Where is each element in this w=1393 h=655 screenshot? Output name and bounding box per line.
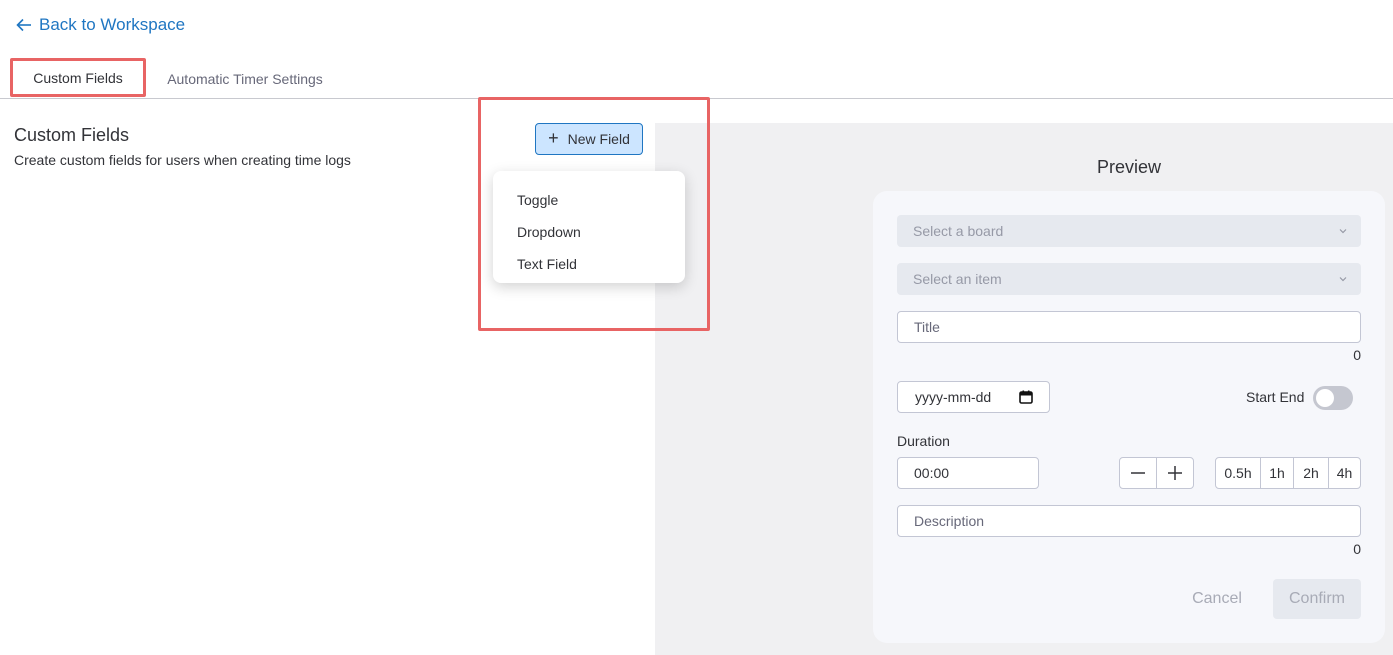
- new-field-button[interactable]: + New Field: [535, 123, 643, 155]
- plus-icon: +: [548, 128, 559, 148]
- decrease-duration-button[interactable]: [1119, 457, 1157, 489]
- item-select[interactable]: Select an item: [897, 263, 1361, 295]
- title-char-count: 0: [1353, 347, 1361, 363]
- board-select[interactable]: Select a board: [897, 215, 1361, 247]
- menu-item-dropdown[interactable]: Dropdown: [493, 216, 685, 248]
- preview-form: Select a board Select an item Title 0 yy…: [873, 191, 1385, 643]
- menu-item-text-field[interactable]: Text Field: [493, 248, 685, 280]
- increase-duration-button[interactable]: [1156, 457, 1194, 489]
- board-select-placeholder: Select a board: [913, 223, 1004, 239]
- calendar-icon[interactable]: [1019, 390, 1033, 404]
- back-to-workspace-link[interactable]: Back to Workspace: [15, 15, 185, 35]
- quick-duration-button[interactable]: 0.5h: [1215, 457, 1261, 489]
- title-placeholder: Title: [914, 319, 940, 335]
- section-title: Custom Fields: [14, 125, 130, 145]
- tab-bar: Custom Fields Automatic Timer Settings: [0, 58, 1393, 99]
- settings-page: Back to Workspace Custom Fields Automati…: [0, 0, 1393, 655]
- quick-duration-button[interactable]: 1h: [1260, 457, 1294, 489]
- quick-duration-button[interactable]: 2h: [1293, 457, 1329, 489]
- confirm-button[interactable]: Confirm: [1273, 579, 1361, 619]
- cancel-button[interactable]: Cancel: [1173, 579, 1261, 619]
- chevron-down-icon: [1339, 229, 1347, 234]
- duration-input[interactable]: 00:00: [897, 457, 1039, 489]
- new-field-label: New Field: [567, 131, 630, 147]
- date-value: yyyy-mm-dd: [915, 389, 992, 405]
- tab-automatic-timer-settings[interactable]: Automatic Timer Settings: [160, 60, 330, 98]
- minus-icon: [1131, 472, 1145, 474]
- date-input[interactable]: yyyy-mm-dd: [897, 381, 1050, 413]
- tab-custom-fields-label: Custom Fields: [33, 69, 123, 86]
- new-field-menu: Toggle Dropdown Text Field: [493, 171, 685, 283]
- toggle-knob: [1316, 389, 1334, 407]
- chevron-down-icon: [1339, 277, 1347, 282]
- duration-value: 00:00: [914, 465, 950, 481]
- preview-title: Preview: [1096, 157, 1162, 177]
- duration-label: Duration: [897, 433, 950, 449]
- description-char-count: 0: [1353, 541, 1361, 557]
- back-link-label: Back to Workspace: [39, 15, 186, 34]
- description-placeholder: Description: [914, 513, 985, 529]
- quick-duration-button[interactable]: 4h: [1328, 457, 1361, 489]
- item-select-placeholder: Select an item: [913, 271, 1002, 287]
- preview-panel: Preview Select a board Select an item Ti…: [655, 123, 1393, 655]
- start-end-toggle[interactable]: [1313, 386, 1353, 410]
- title-input[interactable]: Title: [897, 311, 1361, 343]
- tab-timer-label: Automatic Timer Settings: [167, 71, 323, 87]
- menu-item-toggle[interactable]: Toggle: [493, 184, 685, 216]
- section-subtitle: Create custom fields for users when crea…: [14, 152, 351, 168]
- tab-custom-fields[interactable]: Custom Fields: [10, 58, 146, 97]
- arrow-left-icon: [16, 18, 31, 32]
- plus-icon: [1168, 466, 1182, 480]
- start-end-label: Start End: [1246, 389, 1305, 405]
- description-input[interactable]: Description: [897, 505, 1361, 537]
